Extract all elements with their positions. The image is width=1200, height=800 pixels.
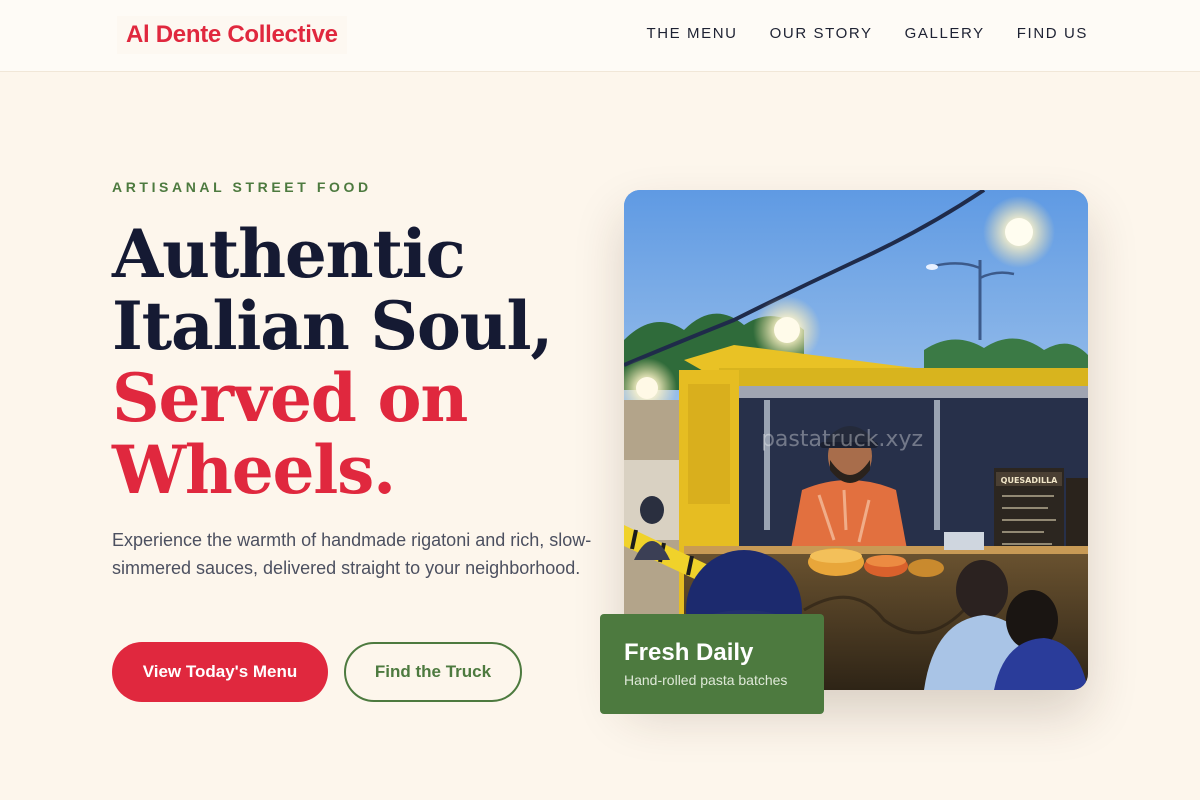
- nav-link-gallery[interactable]: GALLERY: [905, 24, 985, 44]
- find-truck-button[interactable]: Find the Truck: [344, 642, 522, 702]
- photo-watermark: pastatruck.xyz: [761, 427, 923, 452]
- headline-line-3: Served on: [112, 359, 468, 437]
- headline-line-2: Italian Soul,: [112, 287, 553, 365]
- hero-headline: Authentic Italian Soul, Served on Wheels…: [112, 218, 632, 506]
- hero-description: Experience the warmth of handmade rigato…: [112, 530, 592, 578]
- menu-board-sign: QUESADILLA: [1001, 476, 1059, 485]
- nav-link-story[interactable]: OUR STORY: [770, 24, 873, 44]
- headline-line-1: Authentic: [112, 215, 466, 293]
- nav-link-menu[interactable]: THE MENU: [646, 24, 737, 44]
- nav-link-find-us[interactable]: FIND US: [1017, 24, 1088, 44]
- main-nav: THE MENU OUR STORY GALLERY FIND US: [646, 24, 1088, 44]
- view-menu-button[interactable]: View Today's Menu: [112, 642, 328, 702]
- fresh-daily-badge: Fresh Daily Hand-rolled pasta batches: [600, 614, 824, 714]
- hero-eyebrow: ARTISANAL STREET FOOD: [112, 179, 372, 195]
- badge-subtitle: Hand-rolled pasta batches: [624, 672, 788, 688]
- brand-logo[interactable]: Al Dente Collective: [117, 16, 347, 54]
- badge-title: Fresh Daily: [624, 639, 754, 666]
- headline-line-4: Wheels.: [112, 431, 396, 509]
- site-header: Al Dente Collective THE MENU OUR STORY G…: [0, 0, 1200, 72]
